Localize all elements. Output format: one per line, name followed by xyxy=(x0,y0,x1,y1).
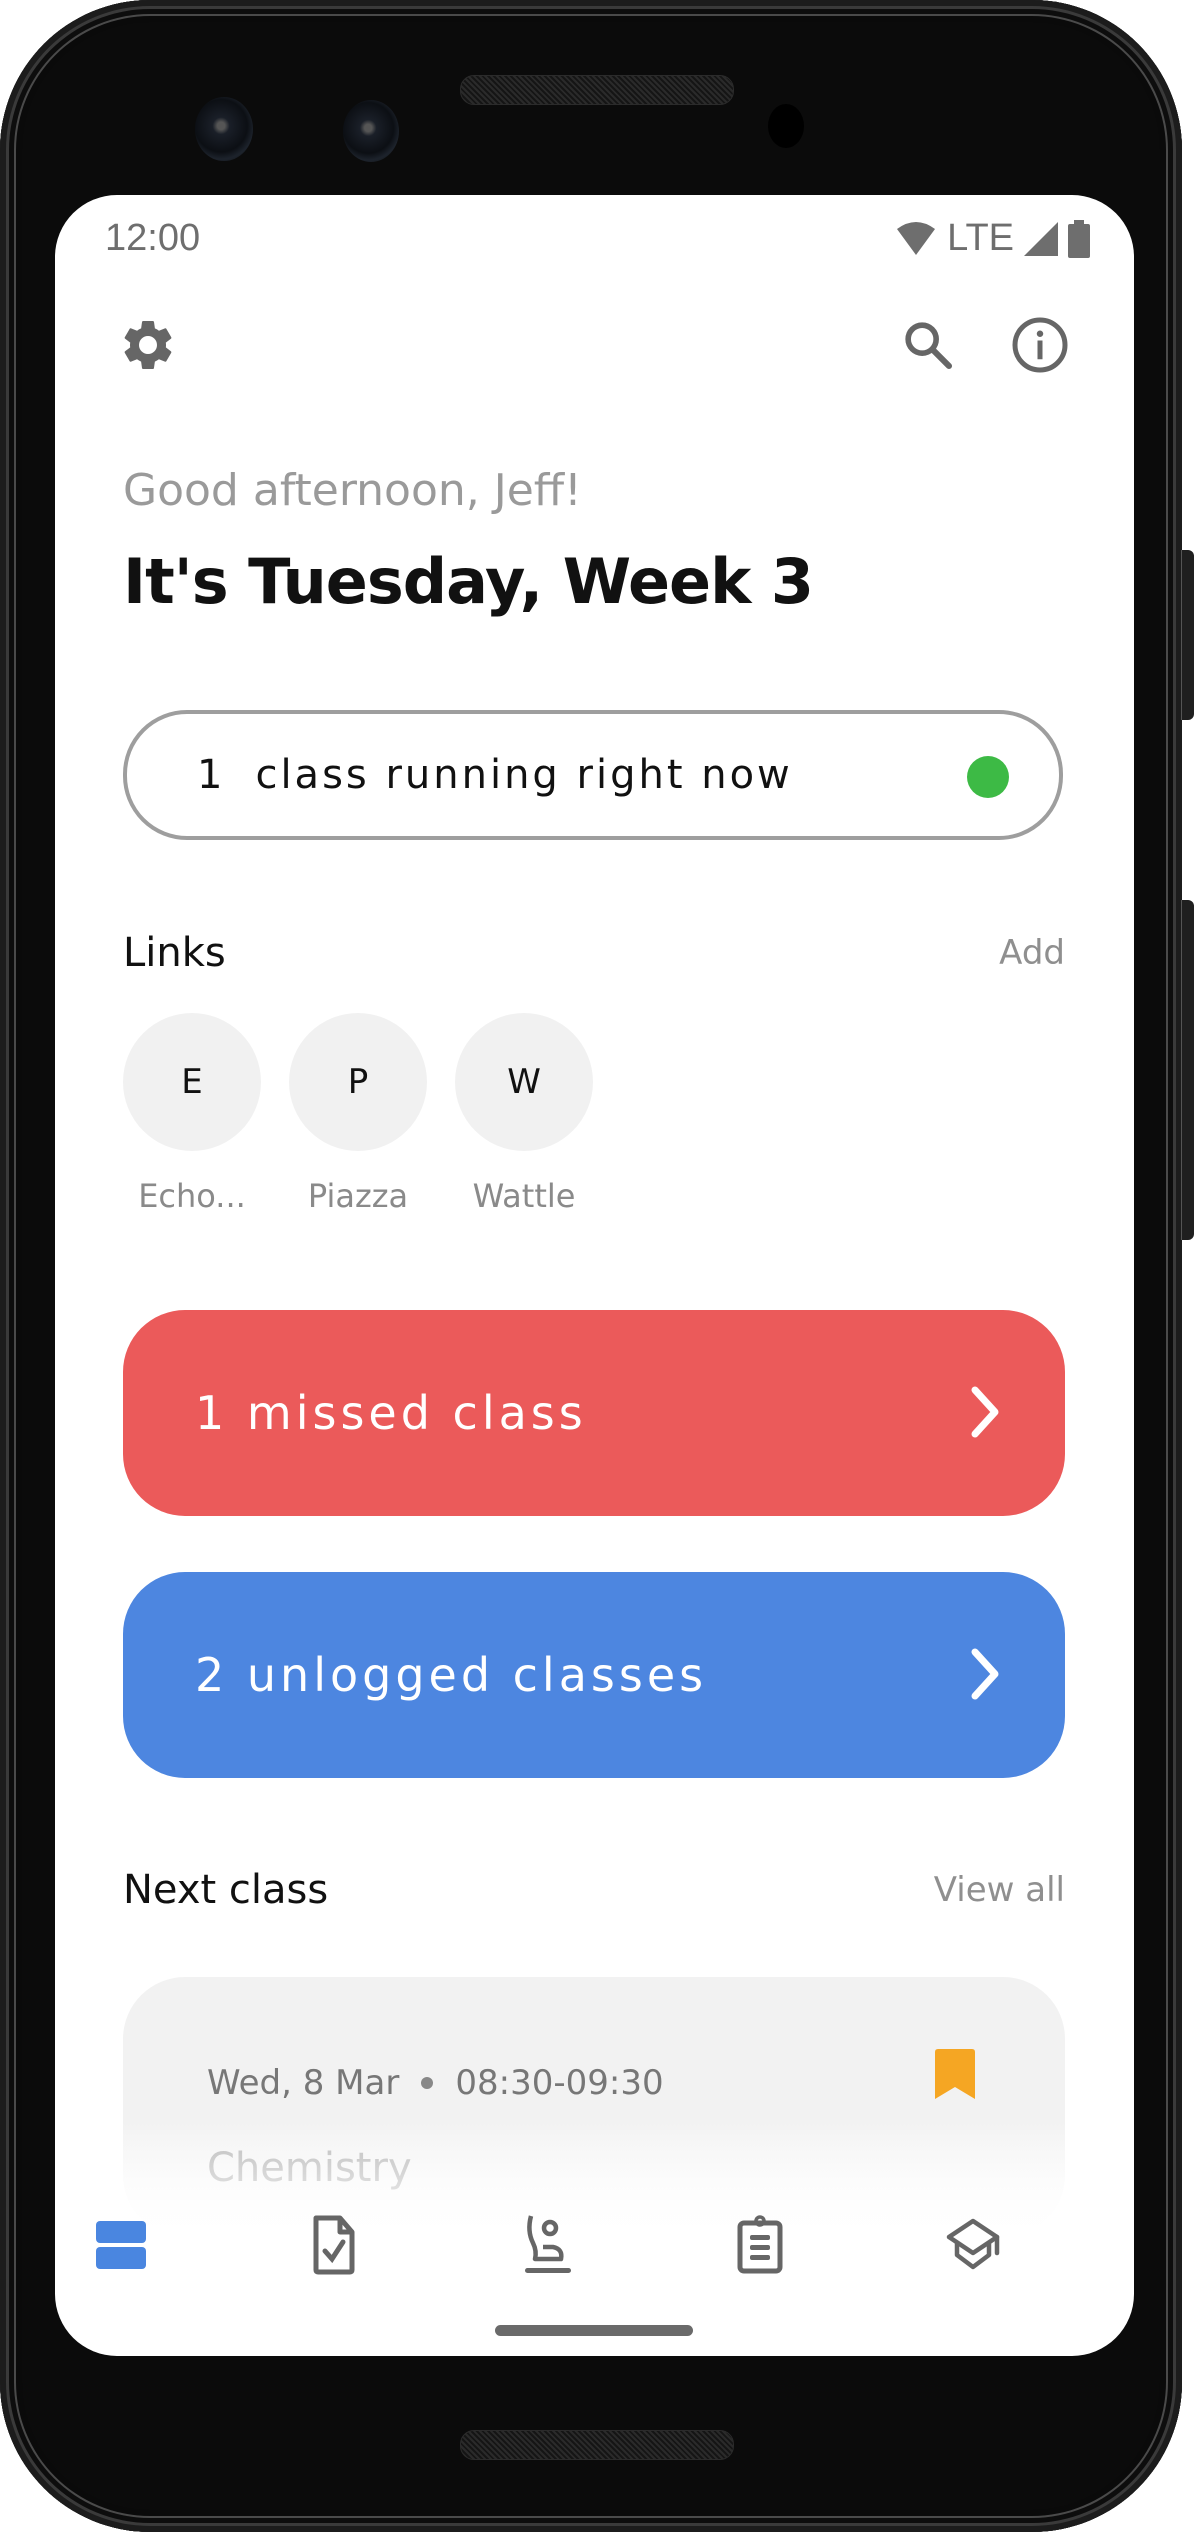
app-screen: 12:00 LTE Good afternoon, Jeff! It's Tue… xyxy=(55,195,1134,2356)
front-camera-2 xyxy=(343,100,399,162)
class-time: 08:30-09:30 xyxy=(455,2063,664,2103)
links-header: Links Add xyxy=(123,930,1065,976)
network-type: LTE xyxy=(947,217,1014,259)
nav-attendance[interactable] xyxy=(507,2205,587,2285)
unlogged-classes-card[interactable]: 2 unlogged classes xyxy=(123,1572,1065,1778)
link-avatar: P xyxy=(289,1013,427,1151)
home-indicator[interactable] xyxy=(495,2325,693,2336)
front-camera-1 xyxy=(195,97,253,161)
status-bar: 12:00 LTE xyxy=(105,207,1090,267)
link-avatar: E xyxy=(123,1013,261,1151)
link-item[interactable]: P Piazza xyxy=(289,1013,427,1215)
link-label: Echo... xyxy=(138,1177,246,1215)
greeting-text: Good afternoon, Jeff! xyxy=(123,465,582,516)
view-all-button[interactable]: View all xyxy=(934,1870,1065,1910)
search-button[interactable] xyxy=(896,313,960,377)
class-meta: Wed, 8 Mar 08:30-09:30 xyxy=(207,2063,664,2103)
gear-icon xyxy=(124,320,172,369)
next-class-heading: Next class xyxy=(123,1867,329,1913)
chevron-right-icon xyxy=(971,1386,999,1438)
running-label: class running right now xyxy=(255,752,793,798)
links-heading: Links xyxy=(123,930,226,976)
separator-dot xyxy=(421,2077,434,2089)
earpiece-speaker xyxy=(460,75,734,105)
status-time: 12:00 xyxy=(105,217,201,259)
nav-courses[interactable] xyxy=(933,2205,1013,2285)
signal-icon xyxy=(1024,221,1058,256)
battery-icon xyxy=(1068,219,1090,258)
graduation-cap-icon xyxy=(946,2218,1000,2270)
bottom-speaker xyxy=(460,2430,734,2460)
link-item[interactable]: E Echo... xyxy=(123,1013,261,1215)
info-icon xyxy=(1012,317,1068,373)
link-item[interactable]: W Wattle xyxy=(455,1013,593,1215)
dashboard-icon xyxy=(96,2221,146,2269)
unlogged-classes-label: 2 unlogged classes xyxy=(195,1648,708,1702)
missed-classes-label: 1 missed class xyxy=(195,1386,587,1440)
chevron-right-icon xyxy=(971,1648,999,1700)
link-avatar: W xyxy=(455,1013,593,1151)
link-label: Piazza xyxy=(307,1177,409,1215)
next-class-header: Next class View all xyxy=(123,1867,1065,1913)
link-label: Wattle xyxy=(472,1177,576,1215)
add-link-button[interactable]: Add xyxy=(999,933,1065,973)
bottom-navigation xyxy=(55,2195,1134,2295)
wifi-icon xyxy=(897,221,936,255)
class-date: Wed, 8 Mar xyxy=(207,2063,400,2103)
settings-button[interactable] xyxy=(116,313,180,377)
live-indicator-dot xyxy=(967,756,1009,798)
volume-rocker[interactable] xyxy=(1181,900,1194,1240)
page-title: It's Tuesday, Week 3 xyxy=(123,545,814,618)
missed-classes-card[interactable]: 1 missed class xyxy=(123,1310,1065,1516)
info-button[interactable] xyxy=(1008,313,1072,377)
nav-records[interactable] xyxy=(720,2205,800,2285)
nav-dashboard[interactable] xyxy=(81,2205,161,2285)
power-button[interactable] xyxy=(1181,550,1194,720)
search-icon xyxy=(905,322,953,370)
running-now-pill[interactable]: 1 class running right now xyxy=(123,710,1063,840)
bookmark-icon[interactable] xyxy=(935,2049,975,2099)
attendance-icon xyxy=(525,2215,571,2273)
running-count: 1 xyxy=(197,752,226,798)
document-check-icon xyxy=(313,2215,355,2275)
proximity-sensor xyxy=(768,104,804,148)
nav-assessments[interactable] xyxy=(294,2205,374,2285)
clipboard-icon xyxy=(737,2215,783,2274)
